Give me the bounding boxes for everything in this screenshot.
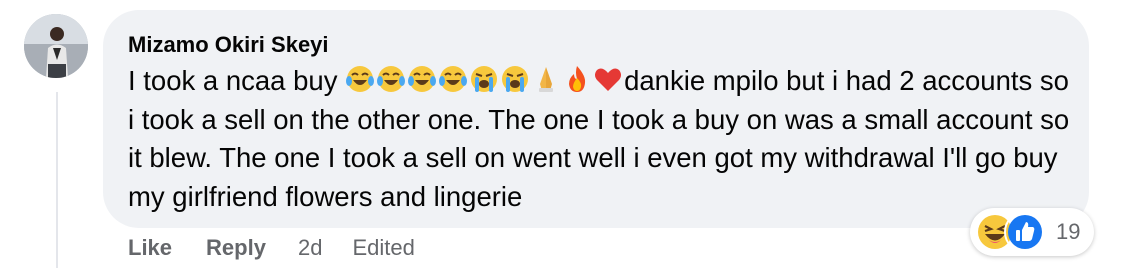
comment-text-start: I took a ncaa buy <box>128 65 346 96</box>
comment-text: I took a ncaa buy dankie mpilo but i had… <box>128 62 1078 216</box>
red-heart-emoji-icon <box>595 68 622 91</box>
like-reaction-icon <box>1004 211 1046 253</box>
comment-timestamp[interactable]: 2d <box>298 235 322 261</box>
laughing-crying-emoji-icon <box>346 66 375 92</box>
reaction-count: 19 <box>1056 219 1081 244</box>
reactions-summary[interactable]: 19 <box>970 208 1094 256</box>
thread-line <box>56 92 58 268</box>
loudly-crying-emoji-icon <box>471 66 498 92</box>
praying-hands-emoji-icon <box>539 67 554 92</box>
avatar[interactable] <box>24 14 88 78</box>
comment-bubble: Mizamo Okiri Skeyi I took a ncaa buy dan… <box>103 10 1089 228</box>
edited-label[interactable]: Edited <box>352 235 414 261</box>
comment-author[interactable]: Mizamo Okiri Skeyi <box>128 32 329 58</box>
laughing-crying-emoji-icon <box>439 66 468 92</box>
loudly-crying-emoji-icon <box>502 66 529 92</box>
emoji-sequence <box>345 64 624 94</box>
fire-emoji-icon <box>569 66 586 92</box>
reply-button[interactable]: Reply <box>206 235 266 261</box>
laughing-crying-emoji-icon <box>377 66 406 92</box>
avatar-photo <box>24 14 88 78</box>
like-button[interactable]: Like <box>128 235 172 261</box>
comment-actions: Like Reply 2d Edited <box>128 232 415 264</box>
laughing-crying-emoji-icon <box>408 66 437 92</box>
